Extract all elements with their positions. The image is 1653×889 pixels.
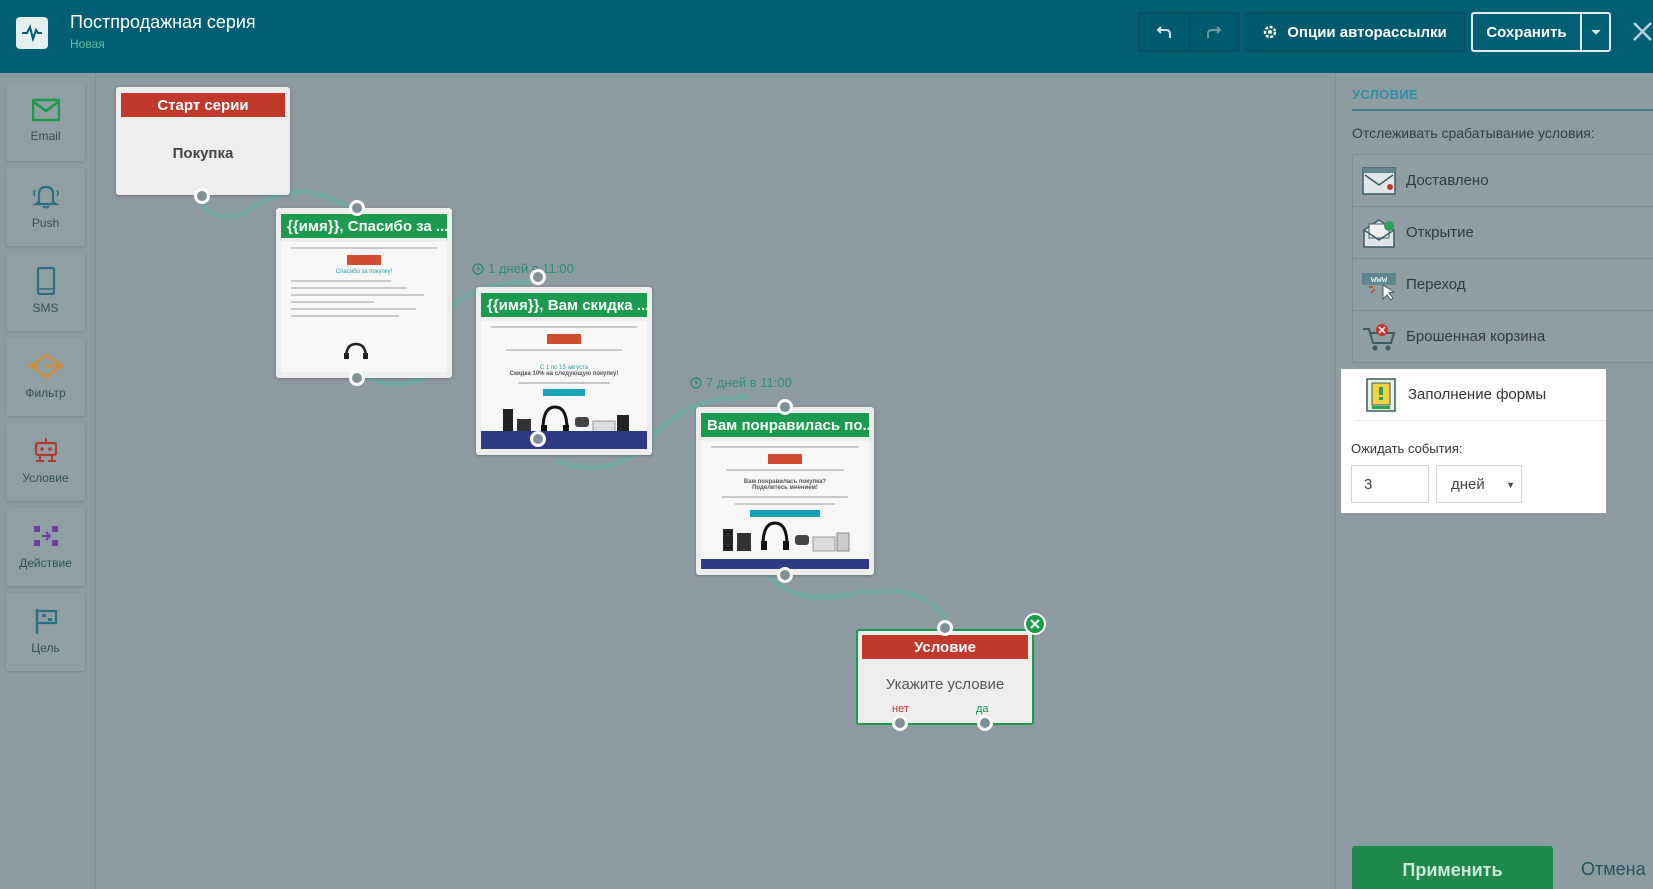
- tool-label: Цель: [31, 641, 60, 655]
- email-node[interactable]: {{имя}}, Спасибо за ... Спасибо за покуп…: [276, 208, 452, 378]
- chevron-down-icon: ▼: [1506, 480, 1515, 490]
- email-output-port[interactable]: [530, 431, 546, 447]
- condition-node-header: Условие: [862, 635, 1028, 659]
- undo-icon: [1156, 26, 1171, 38]
- flag-icon: [35, 609, 57, 634]
- save-button[interactable]: Сохранить: [1473, 14, 1582, 50]
- close-button[interactable]: [1631, 18, 1653, 46]
- email-preview: Спасибо за покупку!: [281, 242, 447, 372]
- condition-option-click[interactable]: www Переход: [1352, 258, 1653, 311]
- tool-action[interactable]: Действие: [6, 508, 85, 586]
- wait-unit-value: дней: [1451, 475, 1485, 493]
- tool-email[interactable]: Email: [6, 83, 85, 161]
- gear-icon: [1264, 25, 1277, 39]
- panel-title: УСЛОВИЕ: [1352, 87, 1418, 102]
- condition-no-label: нет: [892, 703, 909, 715]
- start-node[interactable]: Старт серии Покупка: [116, 87, 290, 195]
- tool-push[interactable]: Push: [6, 168, 85, 246]
- close-icon: [1633, 22, 1652, 41]
- panel-description: Отслеживать срабатывание условия:: [1352, 125, 1595, 141]
- wait-unit-select[interactable]: дней ▼: [1436, 465, 1522, 503]
- series-status: Новая: [70, 37, 105, 51]
- delay-label: 7 дней в 11:00: [690, 375, 792, 390]
- start-node-trigger: Покупка: [172, 145, 234, 162]
- phone-icon: [36, 267, 55, 295]
- condition-option-abandoned-cart[interactable]: Брошенная корзина: [1352, 310, 1653, 363]
- tool-filter[interactable]: Фильтр: [6, 338, 85, 416]
- condition-node[interactable]: Условие Укажите условие нет да: [856, 629, 1034, 725]
- undo-redo-group: [1138, 12, 1239, 52]
- email-node[interactable]: {{имя}}, Вам скидка ... С 1 по 15 август…: [476, 287, 652, 455]
- filter-icon: [27, 353, 64, 379]
- condition-option-delivered[interactable]: Доставлено: [1352, 154, 1653, 207]
- flow-canvas[interactable]: Старт серии Покупка {{имя}}, Спасибо за …: [96, 73, 1335, 889]
- email-node-title: {{имя}}, Спасибо за ...: [281, 214, 447, 238]
- save-group: Сохранить: [1471, 12, 1611, 52]
- tool-sms[interactable]: SMS: [6, 253, 85, 331]
- condition-placeholder: Укажите условие: [885, 676, 1005, 693]
- email-input-port[interactable]: [349, 200, 365, 216]
- save-dropdown-button[interactable]: [1582, 14, 1609, 50]
- wait-label: Ожидать события:: [1351, 441, 1463, 456]
- series-title[interactable]: Постпродажная серия: [70, 12, 256, 33]
- start-output-port[interactable]: [194, 188, 210, 204]
- delay-label: 1 дней в 11:00: [472, 261, 574, 276]
- apply-button[interactable]: Применить: [1352, 846, 1553, 889]
- clock-icon: [472, 262, 484, 275]
- condition-input-port[interactable]: [937, 620, 953, 636]
- bell-icon: [31, 185, 60, 209]
- condition-no-port[interactable]: [892, 715, 908, 731]
- envelope-open-icon: [1361, 215, 1397, 251]
- form-fill-icon: [1363, 377, 1399, 413]
- wait-amount-input[interactable]: 3: [1351, 465, 1429, 503]
- redo-icon: [1206, 26, 1222, 38]
- email-node-title: {{имя}}, Вам скидка ...: [481, 293, 647, 317]
- condition-option-open[interactable]: Открытие: [1352, 206, 1653, 259]
- condition-option-form-fill[interactable]: Заполнение формы: [1355, 369, 1606, 421]
- start-node-header: Старт серии: [121, 93, 285, 117]
- highlighted-selection: Заполнение формы Ожидать события: 3 дней…: [1341, 369, 1606, 513]
- tool-label: SMS: [32, 301, 59, 315]
- chevron-down-icon: [1591, 29, 1600, 35]
- email-node[interactable]: Вам понравилась по... Вам понравилась по…: [696, 407, 874, 575]
- panel-divider: [1352, 109, 1653, 111]
- clock-icon: [690, 376, 702, 389]
- email-node-title: Вам понравилась по...: [701, 413, 869, 437]
- top-bar: Постпродажная серия Новая Опции авторасс…: [0, 0, 1653, 73]
- email-icon: [31, 98, 60, 122]
- tool-label: Фильтр: [25, 386, 66, 400]
- email-output-port[interactable]: [777, 567, 793, 583]
- autoresponder-options-button[interactable]: Опции авторассылки: [1245, 12, 1465, 52]
- block-toolbar: Email Push SMS Фильтр Условие Действие Ц…: [0, 73, 96, 889]
- app-logo-icon[interactable]: [16, 17, 48, 49]
- email-input-port[interactable]: [530, 269, 546, 285]
- email-output-port[interactable]: [349, 370, 365, 386]
- tool-label: Условие: [22, 471, 69, 485]
- close-icon: [1030, 619, 1040, 629]
- condition-yes-port[interactable]: [977, 715, 993, 731]
- www-click-icon: www: [1361, 267, 1397, 303]
- email-preview: С 1 по 15 августа Скидка 10% на следующу…: [481, 321, 647, 449]
- tool-label: Push: [31, 216, 60, 230]
- delete-node-button[interactable]: [1024, 613, 1046, 635]
- envelope-delivered-icon: [1361, 163, 1397, 199]
- email-input-port[interactable]: [777, 399, 793, 415]
- abandoned-cart-icon: [1361, 319, 1397, 355]
- email-preview: Вам понравилась покупка? Поделитесь мнен…: [701, 441, 869, 569]
- redo-button[interactable]: [1188, 13, 1239, 51]
- options-label: Опции авторассылки: [1287, 23, 1447, 41]
- condition-yes-label: да: [976, 703, 989, 715]
- tool-goal[interactable]: Цель: [6, 593, 85, 671]
- robot-icon: [34, 438, 57, 462]
- undo-button[interactable]: [1139, 13, 1189, 51]
- tool-condition[interactable]: Условие: [6, 423, 85, 501]
- action-icon: [33, 526, 58, 546]
- svg-text:www: www: [1371, 275, 1388, 285]
- cancel-button[interactable]: Отмена: [1581, 859, 1646, 880]
- tool-label: Действие: [19, 556, 72, 570]
- tool-label: Email: [30, 129, 61, 143]
